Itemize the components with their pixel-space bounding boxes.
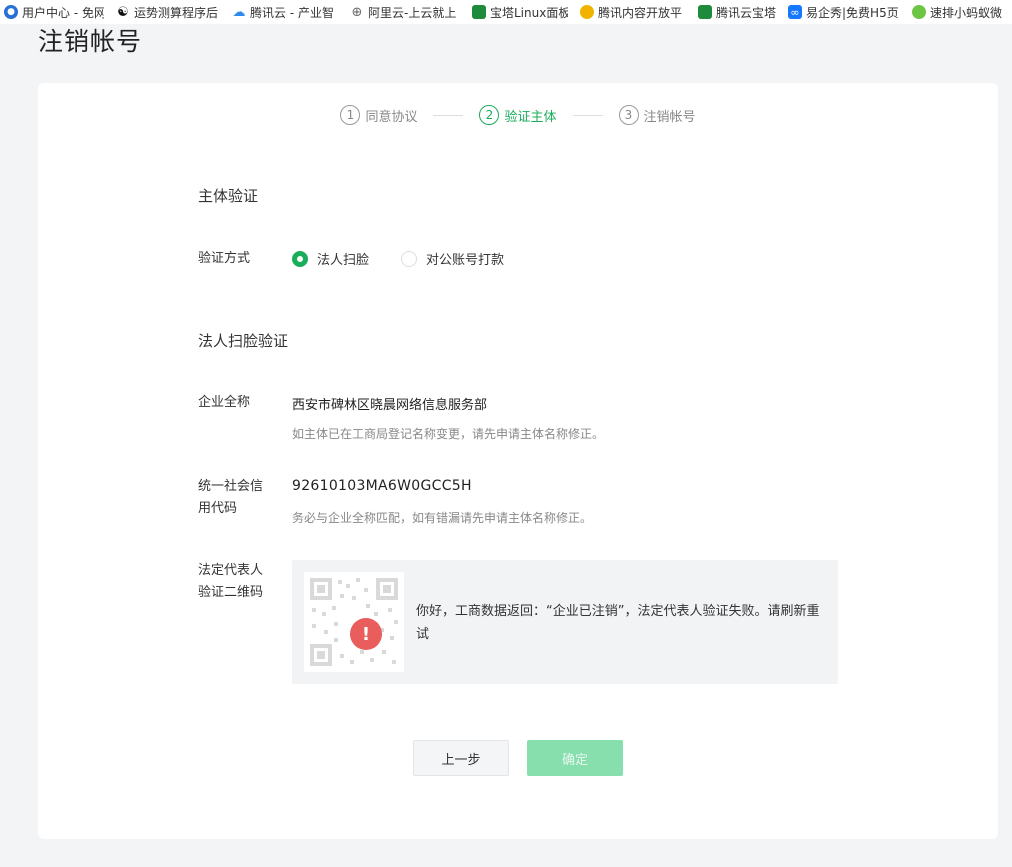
qr-label-line2: 验证二维码 xyxy=(198,585,264,600)
qr-verify-panel: ! 你好，工商数据返回：“企业已注销”，法定代表人验证失败。请刷新重试 xyxy=(292,560,838,684)
bookmark-label: 腾讯云宝塔 xyxy=(716,5,776,20)
bookmark-supai[interactable]: 速排小蚂蚁微 xyxy=(908,0,1012,24)
step-label: 验证主体 xyxy=(504,109,557,125)
step-verify: 2 验证主体 xyxy=(479,105,557,125)
step-divider xyxy=(572,114,603,116)
section-title-face-verify: 法人扫脸验证 xyxy=(198,332,289,350)
bookmark-label: 用户中心 - 免网 xyxy=(22,5,104,20)
qr-error-message: 你好，工商数据返回：“企业已注销”，法定代表人验证失败。请刷新重试 xyxy=(416,604,820,642)
error-alert-icon: ! xyxy=(350,618,382,650)
bookmark-aliyun[interactable]: ⊕ 阿里云-上云就上 xyxy=(346,0,468,24)
step-label: 同意协议 xyxy=(365,109,418,125)
step-number: 2 xyxy=(479,105,500,125)
step-number: 3 xyxy=(618,105,639,125)
step-label: 注销帐号 xyxy=(643,109,696,125)
bookmark-label: 速排小蚂蚁微 xyxy=(930,5,1003,20)
step-number: 1 xyxy=(340,105,361,125)
bookmark-label: 阿里云-上云就上 xyxy=(368,5,457,20)
bookmark-fortune[interactable]: ☯ 运势测算程序后 xyxy=(112,0,228,24)
bookmark-bt-panel[interactable]: 宝塔Linux面板 xyxy=(468,0,576,24)
bookmark-user-center[interactable]: ● 用户中心 - 免网 xyxy=(0,0,112,24)
bookmark-tencent-content[interactable]: 腾讯内容开放平 xyxy=(576,0,694,24)
yin-yang-icon: ☯ xyxy=(116,4,130,20)
radio-checked-icon xyxy=(292,250,308,267)
credit-code-label-line2: 用代码 xyxy=(198,501,238,516)
prev-step-button[interactable]: 上一步 xyxy=(413,740,509,776)
bell-icon xyxy=(580,5,594,19)
page-title: 注销帐号 xyxy=(38,27,143,56)
credit-code-value: 92610103MA6W0GCC5H xyxy=(292,478,472,494)
bookmark-label: 易企秀|免费H5页 xyxy=(806,5,899,20)
radio-face-scan[interactable]: 法人扫脸 xyxy=(292,249,369,268)
tencent-cloud-icon: ☁ xyxy=(232,4,246,20)
bookmark-label: 腾讯云 - 产业智 xyxy=(250,5,334,20)
infinity-icon: ∞ xyxy=(788,5,802,19)
qr-label-line1: 法定代表人 xyxy=(198,563,264,578)
credit-code-label: 统一社会信 用代码 xyxy=(198,476,278,520)
radio-bank-transfer[interactable]: 对公账号打款 xyxy=(401,249,504,268)
radio-label: 法人扫脸 xyxy=(317,253,370,268)
bt-shield-icon xyxy=(472,5,486,19)
qr-code-image: ! xyxy=(304,572,404,672)
ant-icon xyxy=(912,5,926,19)
confirm-button[interactable]: 确定 xyxy=(527,740,623,776)
main-card: 1 同意协议 2 验证主体 3 注销帐号 主体验证 验证方式 法人扫脸 对公账号… xyxy=(38,83,998,839)
globe-icon: ⊕ xyxy=(350,4,364,20)
user-center-icon: ● xyxy=(4,5,18,19)
method-label: 验证方式 xyxy=(198,251,251,266)
qr-label: 法定代表人 验证二维码 xyxy=(198,560,278,604)
radio-unchecked-icon xyxy=(401,250,418,267)
step-cancel: 3 注销帐号 xyxy=(618,105,696,125)
method-radio-group: 法人扫脸 对公账号打款 xyxy=(292,249,536,268)
bookmark-eqxiu[interactable]: ∞ 易企秀|免费H5页 xyxy=(784,0,908,24)
steps-indicator: 1 同意协议 2 验证主体 3 注销帐号 xyxy=(38,105,998,125)
section-title-entity-verify: 主体验证 xyxy=(198,187,259,205)
bt-shield-icon xyxy=(698,5,712,19)
bookmark-label: 腾讯内容开放平 xyxy=(598,5,683,20)
company-value: 西安市碑林区晓晨网络信息服务部 xyxy=(292,398,488,413)
company-hint: 如主体已在工商局登记名称变更，请先申请主体名称修正。 xyxy=(292,427,605,441)
bookmark-label: 运势测算程序后 xyxy=(134,5,219,20)
credit-code-label-line1: 统一社会信 xyxy=(198,479,264,494)
bookmark-tencent-cloud[interactable]: ☁ 腾讯云 - 产业智 xyxy=(228,0,346,24)
bookmark-label: 宝塔Linux面板 xyxy=(490,5,568,20)
credit-code-hint: 务必与企业全称匹配，如有错漏请先申请主体名称修正。 xyxy=(292,511,593,525)
step-divider xyxy=(433,114,464,116)
step-agree: 1 同意协议 xyxy=(340,105,417,125)
bookmarks-bar: ● 用户中心 - 免网 ☯ 运势测算程序后 ☁ 腾讯云 - 产业智 ⊕ 阿里云-… xyxy=(0,0,1012,24)
radio-label: 对公账号打款 xyxy=(426,253,505,268)
company-label: 企业全称 xyxy=(198,395,251,410)
bookmark-tencent-bt[interactable]: 腾讯云宝塔 xyxy=(694,0,784,24)
